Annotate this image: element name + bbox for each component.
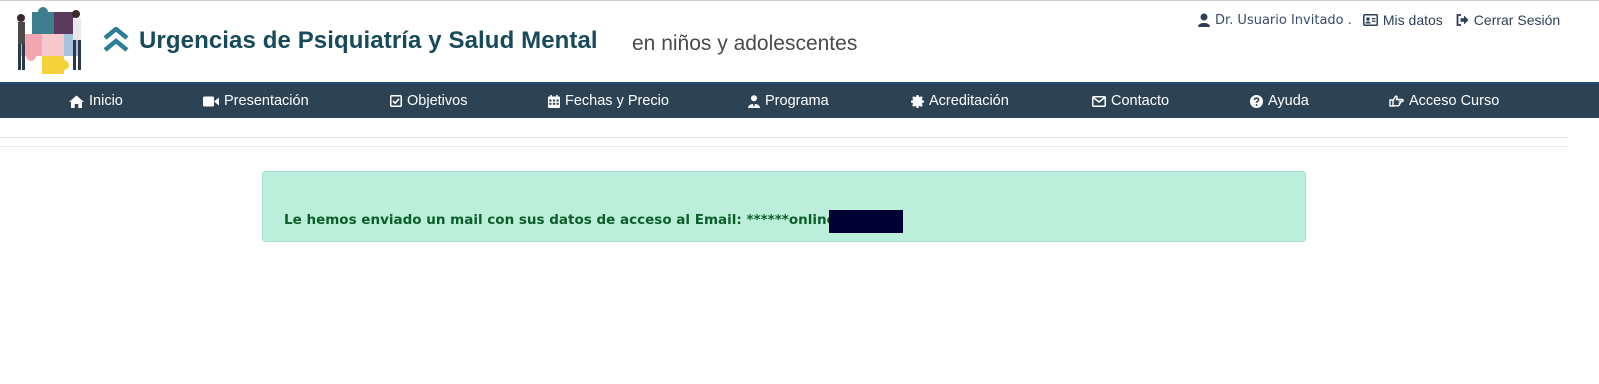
top-border (0, 0, 1599, 1)
cerrar-sesion-link[interactable]: Cerrar Sesión (1456, 12, 1560, 28)
success-alert: Le hemos enviado un mail con sus datos d… (262, 171, 1306, 242)
site-subtitle: en niños y adolescentes (632, 32, 858, 55)
checkbox-icon (390, 95, 402, 107)
divider (0, 146, 1568, 147)
user-icon (1198, 13, 1210, 27)
divider (0, 137, 1568, 138)
user-name: Dr. Usuario Invitado . (1215, 12, 1352, 28)
nav-item-label: Objetivos (407, 93, 468, 109)
id-card-icon (1362, 14, 1378, 26)
nav-item-label: Presentación (224, 93, 309, 109)
redaction-box (829, 210, 903, 233)
nav-item-fechas-y-precio[interactable]: Fechas y Precio (548, 84, 669, 118)
video-camera-icon (203, 96, 219, 106)
nav-item-programa[interactable]: Programa (748, 84, 829, 118)
nav-item-label: Ayuda (1268, 93, 1309, 109)
calendar-icon (548, 94, 560, 108)
sign-out-icon (1456, 14, 1469, 26)
nav-item-contacto[interactable]: Contacto (1092, 84, 1169, 118)
nav-item-ayuda[interactable]: Ayuda (1250, 84, 1309, 118)
nav-item-presentacion[interactable]: Presentación (203, 84, 309, 118)
nav-item-label: Acreditación (929, 93, 1009, 109)
home-icon (69, 95, 84, 108)
nav-item-label: Acceso Curso (1409, 93, 1500, 109)
question-circle-icon (1250, 94, 1263, 108)
nav-item-label: Contacto (1111, 93, 1170, 109)
nav-item-acreditacion[interactable]: Acreditación (911, 84, 1009, 118)
site-title: Urgencias de Psiquiatría y Salud Mental (139, 27, 598, 54)
mis-datos-link[interactable]: Mis datos (1362, 12, 1443, 28)
mis-datos-label: Mis datos (1382, 12, 1443, 28)
envelope-icon (1092, 95, 1106, 107)
alert-message: Le hemos enviado un mail con sus datos d… (284, 212, 858, 228)
double-chevron-up-icon (103, 27, 129, 52)
user-bar: Dr. Usuario Invitado . Mis datos Cerrar … (1198, 10, 1560, 30)
nav-item-label: Programa (765, 93, 829, 109)
nav-item-label: Inicio (89, 93, 123, 109)
nav-item-objetivos[interactable]: Objetivos (390, 84, 467, 118)
user-info: Dr. Usuario Invitado . (1198, 13, 1352, 28)
nav-item-acceso-curso[interactable]: Acceso Curso (1389, 84, 1499, 118)
certificate-icon (911, 94, 924, 108)
nav-item-inicio[interactable]: Inicio (69, 84, 123, 118)
user-tie-icon (748, 94, 760, 108)
nav-item-label: Fechas y Precio (565, 93, 669, 109)
main-nav: Inicio Presentación Objetivos Fechas y P… (0, 82, 1599, 118)
puzzle-logo[interactable] (10, 4, 88, 78)
hand-pointer-icon (1389, 95, 1404, 107)
cerrar-sesion-label: Cerrar Sesión (1473, 12, 1561, 28)
